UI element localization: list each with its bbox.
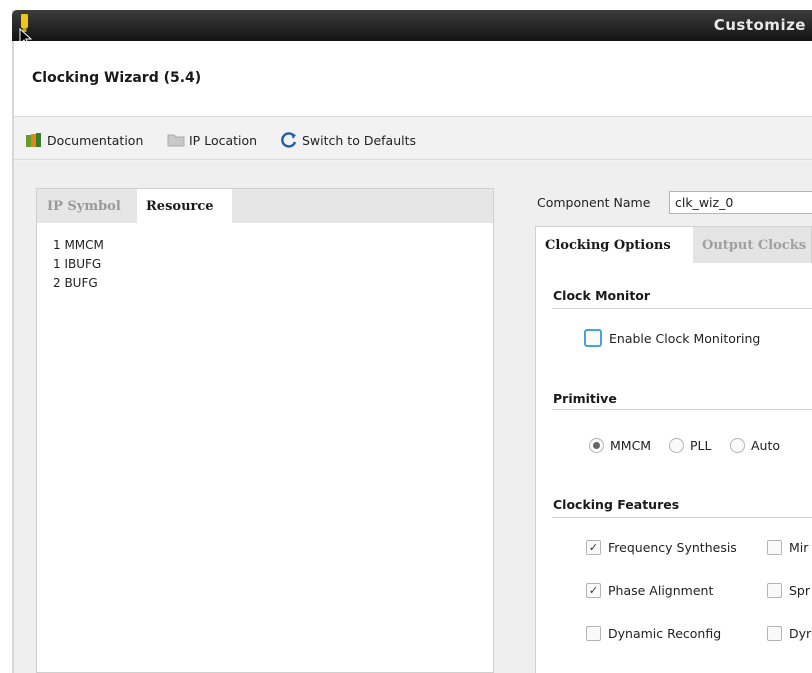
- checkbox-box: [586, 626, 601, 641]
- spread-spectrum-checkbox[interactable]: Spr: [767, 583, 810, 598]
- radio-mmcm[interactable]: MMCM: [589, 438, 651, 453]
- ip-location-button[interactable]: IP Location: [167, 131, 257, 149]
- checkbox-label: Mir: [789, 540, 809, 555]
- checkbox-label: Spr: [789, 583, 811, 598]
- wizard-title: Clocking Wizard (5.4): [32, 70, 202, 86]
- checkbox-box: ✓: [586, 583, 601, 598]
- checkbox-box: ✓: [586, 540, 601, 555]
- left-panel: [36, 188, 494, 673]
- radio-auto[interactable]: Auto: [730, 438, 780, 453]
- checkbox-label: Phase Alignment: [608, 583, 714, 598]
- checkbox-label: Dynamic Reconfig: [608, 626, 722, 641]
- clocking-features-title: Clocking Features: [553, 497, 680, 512]
- checkbox-box: [584, 329, 602, 347]
- divider: [552, 517, 812, 518]
- checkbox-box: [767, 626, 782, 641]
- dynamic-reconfig-checkbox[interactable]: Dynamic Reconfig: [586, 626, 721, 641]
- refresh-icon: [281, 132, 297, 148]
- radio-label: Auto: [751, 438, 781, 453]
- resource-list: 1 MMCM 1 IBUFG 2 BUFG: [53, 236, 104, 293]
- minimize-power-checkbox[interactable]: Mir: [767, 540, 808, 555]
- documentation-label: Documentation: [47, 132, 144, 148]
- radio-circle: [589, 438, 604, 453]
- radio-circle: [669, 438, 684, 453]
- checkbox-box: [767, 583, 782, 598]
- folder-icon: [167, 134, 185, 147]
- enable-clock-monitoring-checkbox[interactable]: Enable Clock Monitoring: [584, 329, 760, 347]
- window-title: Customize: [713, 16, 806, 34]
- switch-defaults-label: Switch to Defaults: [302, 132, 417, 148]
- checkbox-box: [767, 540, 782, 555]
- documentation-button[interactable]: Documentation: [25, 131, 143, 149]
- tab-clocking-options[interactable]: Clocking Options: [536, 227, 693, 263]
- radio-label: PLL: [690, 438, 712, 453]
- dynamic-phase-shift-checkbox[interactable]: Dyr: [767, 626, 811, 641]
- tab-ip-symbol[interactable]: IP Symbol: [37, 189, 137, 223]
- book-icon: [26, 133, 41, 147]
- checkbox-label: Frequency Synthesis: [608, 540, 737, 555]
- primitive-title: Primitive: [553, 391, 617, 406]
- list-item: 1 IBUFG: [53, 257, 102, 271]
- clocking-options-panel: [535, 263, 812, 673]
- divider: [552, 409, 812, 410]
- title-bar[interactable]: Customize: [12, 10, 812, 41]
- checkbox-label: Enable Clock Monitoring: [609, 330, 761, 346]
- divider: [552, 308, 812, 309]
- component-name-input[interactable]: clk_wiz_0: [669, 191, 812, 214]
- radio-pll[interactable]: PLL: [669, 438, 711, 453]
- radio-label: MMCM: [610, 438, 652, 453]
- checkbox-label: Dyr: [789, 626, 812, 641]
- list-item: 2 BUFG: [53, 276, 98, 290]
- frequency-synthesis-checkbox[interactable]: ✓ Frequency Synthesis: [586, 540, 737, 555]
- radio-circle: [730, 438, 745, 453]
- tab-output-clocks[interactable]: Output Clocks: [693, 227, 812, 263]
- tab-resource[interactable]: Resource: [137, 189, 232, 223]
- list-item: 1 MMCM: [53, 238, 104, 252]
- phase-alignment-checkbox[interactable]: ✓ Phase Alignment: [586, 583, 713, 598]
- component-name-label: Component Name: [537, 195, 651, 210]
- clock-monitor-title: Clock Monitor: [553, 288, 651, 303]
- switch-to-defaults-button[interactable]: Switch to Defaults: [280, 131, 416, 149]
- ip-location-label: IP Location: [189, 132, 258, 148]
